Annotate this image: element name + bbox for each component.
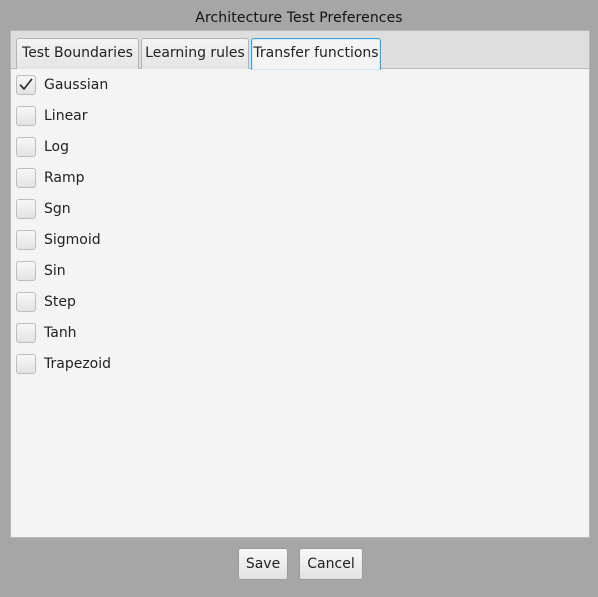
cancel-button[interactable]: Cancel xyxy=(299,548,363,580)
checkbox-item-trapezoid[interactable]: Trapezoid xyxy=(16,353,111,375)
checkbox-item-log[interactable]: Log xyxy=(16,136,69,158)
checkbox-label: Linear xyxy=(44,108,88,124)
checkbox-item-linear[interactable]: Linear xyxy=(16,105,88,127)
checkbox-sigmoid[interactable] xyxy=(16,230,36,250)
checkbox-log[interactable] xyxy=(16,137,36,157)
checkbox-label: Gaussian xyxy=(44,77,109,93)
checkbox-label: Log xyxy=(44,139,70,155)
checkbox-item-step[interactable]: Step xyxy=(16,291,76,313)
checkbox-label: Sigmoid xyxy=(44,232,101,248)
checkbox-tanh[interactable] xyxy=(16,323,36,343)
tab-transfer-functions[interactable]: Transfer functions xyxy=(251,38,381,70)
checkbox-step[interactable] xyxy=(16,292,36,312)
checkbox-gaussian[interactable] xyxy=(16,75,36,95)
tab-header: Test Boundaries Learning rules Transfer … xyxy=(11,31,589,70)
tab-test-boundaries[interactable]: Test Boundaries xyxy=(16,38,139,69)
checkmark-icon xyxy=(19,78,33,90)
save-button[interactable]: Save xyxy=(238,548,288,580)
checkbox-item-ramp[interactable]: Ramp xyxy=(16,167,85,189)
checkbox-item-sigmoid[interactable]: Sigmoid xyxy=(16,229,101,251)
checkbox-label: Tanh xyxy=(44,325,77,341)
checkbox-trapezoid[interactable] xyxy=(16,354,36,374)
checkbox-linear[interactable] xyxy=(16,106,36,126)
checkbox-label: Trapezoid xyxy=(44,356,112,372)
preferences-dialog: Architecture Test Preferences Test Bound… xyxy=(0,0,598,597)
checkbox-ramp[interactable] xyxy=(16,168,36,188)
tab-pane: Test Boundaries Learning rules Transfer … xyxy=(10,30,590,538)
checkbox-sin[interactable] xyxy=(16,261,36,281)
checkbox-item-sgn[interactable]: Sgn xyxy=(16,198,71,220)
checkbox-label: Sgn xyxy=(44,201,71,217)
checkbox-item-sin[interactable]: Sin xyxy=(16,260,66,282)
window-title: Architecture Test Preferences xyxy=(195,10,403,26)
checkbox-item-tanh[interactable]: Tanh xyxy=(16,322,77,344)
checkbox-label: Sin xyxy=(44,263,66,279)
checkbox-label: Step xyxy=(44,294,76,310)
checkbox-item-gaussian[interactable]: Gaussian xyxy=(16,74,108,96)
tab-learning-rules[interactable]: Learning rules xyxy=(141,38,249,69)
checkbox-label: Ramp xyxy=(44,170,85,186)
checkbox-sgn[interactable] xyxy=(16,199,36,219)
